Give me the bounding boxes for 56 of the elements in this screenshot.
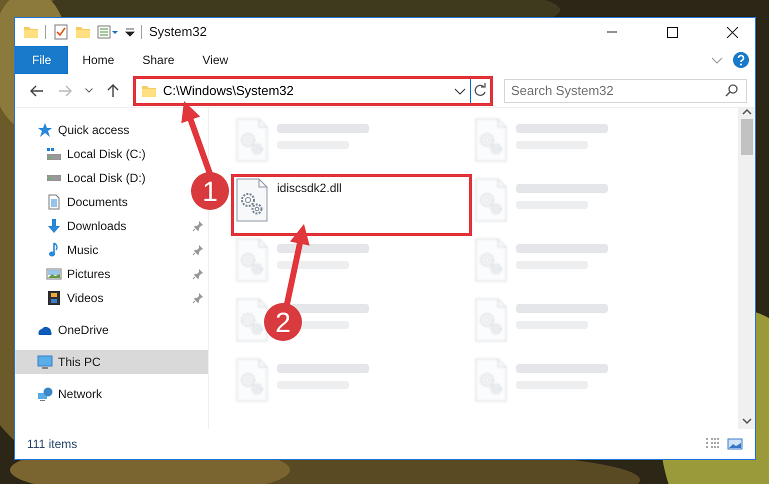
scroll-down-icon[interactable] [742,417,752,425]
sidebar-item[interactable]: Network [15,382,108,406]
ribbon-tab[interactable]: Home [68,46,128,74]
sidebar-item[interactable]: Videos [15,286,208,310]
sidebar-item[interactable]: Local Disk (C:) [15,142,152,166]
minimize-icon [607,31,617,33]
file-name: idiscsdk2.dll [277,180,342,197]
ribbon-tab[interactable]: Share [128,46,188,74]
star-icon [37,122,53,138]
sidebar-item[interactable]: Quick access [15,118,136,142]
sidebar-item[interactable]: Downloads [15,214,208,238]
up-icon [105,82,121,98]
window-title: System32 [149,23,207,42]
callout-number: 2 [275,307,291,338]
document-icon [46,194,62,210]
checklist-icon[interactable] [53,24,69,40]
recent-icon [85,88,93,93]
picture-icon [46,266,62,282]
file-item[interactable]: idiscsdk2.dll [233,176,470,234]
callout-number: 1 [202,176,218,207]
item-count: 111 items [27,436,78,453]
sidebar-item[interactable]: Documents [15,190,134,214]
ribbon-tab[interactable]: View [188,46,242,74]
download-icon [46,218,62,234]
forward-icon [57,82,73,98]
file-gear-icon [235,178,269,222]
properties-icon[interactable] [97,24,119,40]
separator-icon [141,25,143,39]
scroll-up-icon[interactable] [742,108,752,116]
sidebar-item[interactable]: Music [15,238,208,262]
address-bar[interactable]: C:\Windows\System32 [135,78,491,104]
sidebar-item[interactable]: This PC [15,350,208,374]
network-icon [37,386,53,402]
drive-icon [46,146,62,162]
close-icon [726,26,738,38]
search-icon [724,82,740,98]
file-tab[interactable]: File [15,46,68,74]
search-box[interactable]: Search System32 [504,78,747,102]
sidebar-item[interactable]: OneDrive [15,318,115,342]
film-icon [46,290,62,306]
scroll-thumb[interactable] [740,119,752,155]
address-field[interactable]: C:\Windows\System32 [159,80,454,100]
separator-icon [45,25,47,39]
drive-icon [47,175,61,181]
back-icon [29,82,45,98]
maximize-icon [666,26,678,38]
computer-icon [37,354,53,370]
blurred-text [277,261,349,269]
folder-icon [23,24,39,40]
help-icon[interactable] [733,52,749,68]
tiles-view-icon[interactable] [727,437,743,451]
callout-badge [264,303,302,341]
sidebar-item[interactable]: Pictures [15,262,208,286]
scrollbar[interactable] [738,108,755,429]
callout-badge [191,172,229,210]
sidebar-item[interactable]: Local Disk (D:) [15,166,152,190]
